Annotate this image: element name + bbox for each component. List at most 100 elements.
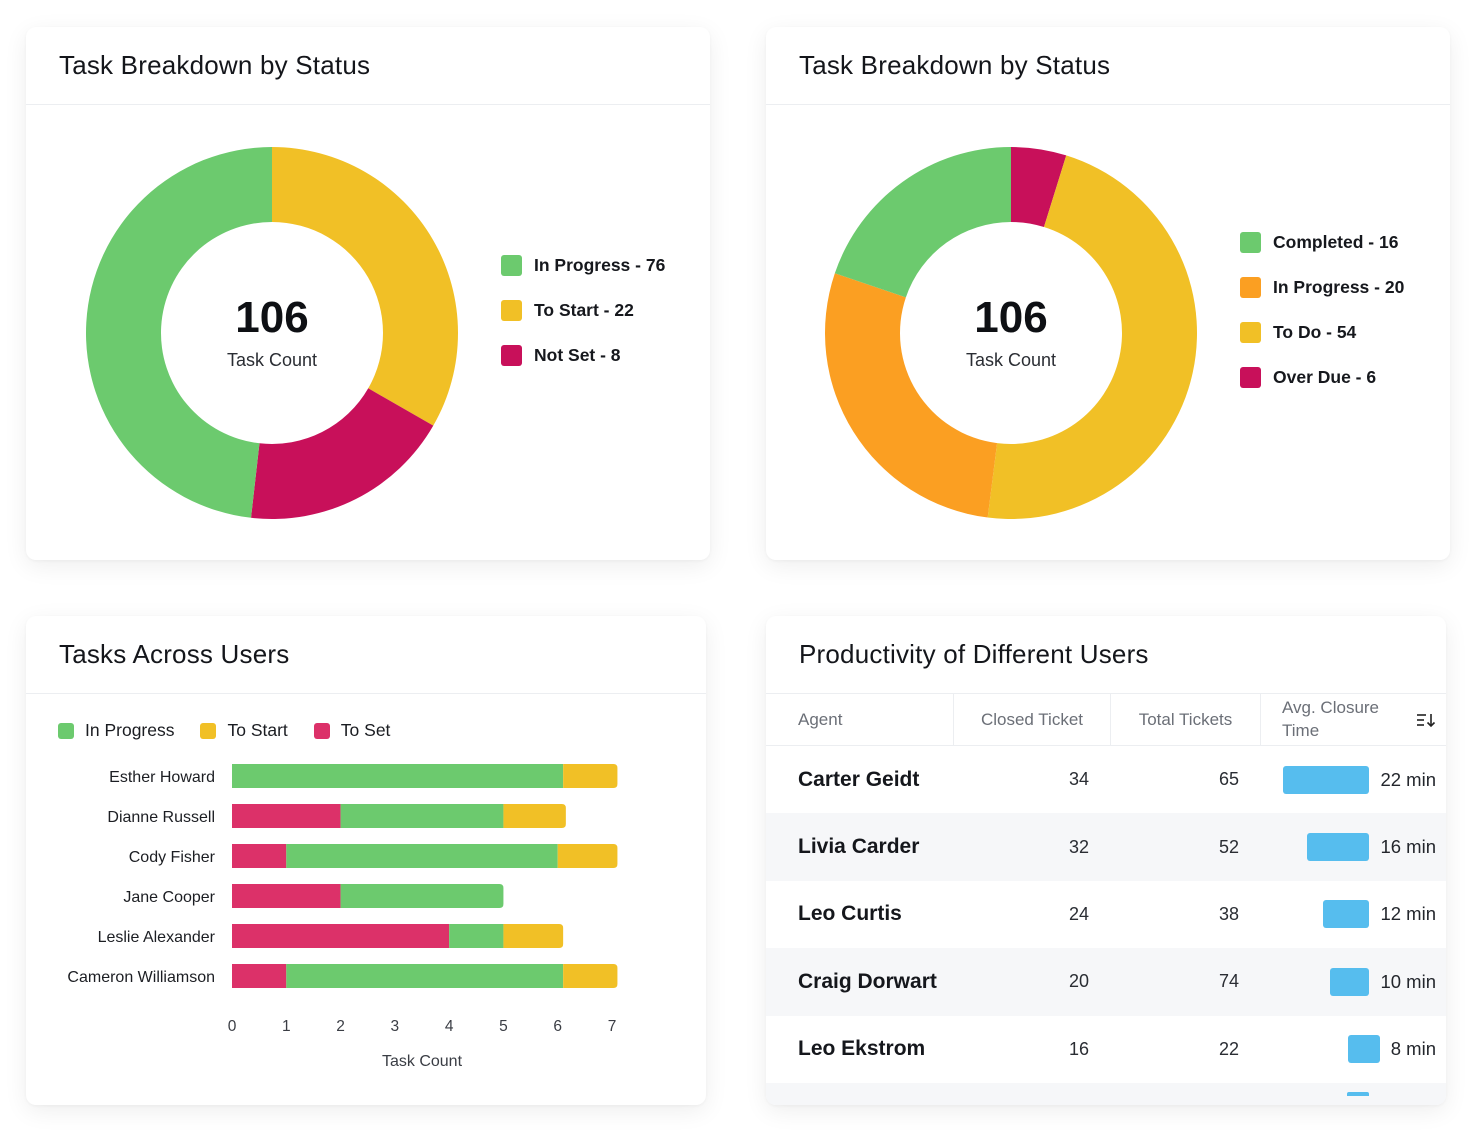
card-title: Task Breakdown by Status — [799, 50, 1111, 80]
total-tickets-value: 52 — [1218, 836, 1239, 857]
y-tick-label: Cameron Williamson — [67, 969, 215, 986]
column-header-total-tickets[interactable]: Total Tickets — [1111, 694, 1261, 745]
donut-chart: 106 Task Count — [85, 146, 459, 520]
legend-swatch — [501, 254, 522, 276]
donut-chart: 106 Task Count — [824, 146, 1198, 520]
avg-closure-bar — [1306, 833, 1370, 862]
x-tick-label: 6 — [553, 1018, 562, 1035]
table-row[interactable]: Livia Carder 32 52 16 min — [766, 813, 1446, 881]
legend-label: Over Due - 6 — [1273, 367, 1377, 388]
legend-item-to-do[interactable]: To Do - 54 — [1240, 322, 1404, 344]
donut-legend: In Progress - 76 To Start - 22 Not Set - 8 — [501, 254, 665, 390]
legend-swatch — [1240, 231, 1261, 253]
avg-closure-bar — [1322, 900, 1370, 929]
avg-closure-cell: 16 min — [1306, 833, 1436, 862]
total-tickets-value: 38 — [1218, 903, 1239, 924]
avg-closure-bar — [1330, 967, 1370, 996]
bar-segment-to-set[interactable] — [232, 924, 450, 948]
card-header: Task Breakdown by Status — [766, 27, 1450, 105]
avg-closure-value: 10 min — [1380, 970, 1436, 992]
donut-total-label: Task Count — [226, 349, 318, 370]
table-body: Carter Geidt 34 65 22 min Livia Carder 32 52 16… — [766, 746, 1446, 1105]
donut-total-label: Task Count — [965, 349, 1057, 370]
card-header: Productivity of Different Users — [766, 616, 1446, 694]
card-header: Task Breakdown by Status — [26, 27, 710, 105]
y-tick-label: Cody Fisher — [129, 849, 216, 866]
bar-segment-to-start[interactable] — [503, 924, 564, 948]
total-tickets-value: 22 — [1218, 1038, 1239, 1059]
avg-closure-cell: 8 min — [1348, 1035, 1436, 1064]
donut-center: 106 Task Count — [824, 146, 1198, 520]
bar-segment-to-start[interactable] — [557, 844, 618, 868]
donut-legend: Completed - 16 In Progress - 20 To Do - 54… — [1240, 231, 1404, 412]
bar-segment-to-set[interactable] — [232, 964, 287, 988]
avg-closure-bar — [1283, 765, 1370, 794]
sort-descending-icon[interactable] — [1416, 712, 1436, 728]
y-tick-label: Esther Howard — [109, 769, 215, 786]
x-tick-label: 3 — [391, 1018, 400, 1035]
productivity-card: Productivity of Different Users Agent Cl… — [766, 616, 1446, 1105]
table-row-partial — [766, 1082, 1446, 1105]
task-breakdown-card-1: Task Breakdown by Status 106 Task Count … — [26, 27, 710, 560]
legend-item-over-due[interactable]: Over Due - 6 — [1240, 367, 1404, 389]
x-tick-label: 5 — [499, 1018, 508, 1035]
bar-segment-in-progress[interactable] — [232, 764, 564, 788]
bar-segment-to-set[interactable] — [232, 884, 341, 908]
donut-total-value: 106 — [974, 292, 1048, 342]
avg-closure-value: 16 min — [1380, 836, 1436, 858]
bar-segment-to-set[interactable] — [232, 844, 287, 868]
bar-segment-to-start[interactable] — [563, 964, 618, 988]
legend-label: In Progress - 20 — [1273, 276, 1405, 297]
table-row[interactable]: Leo Curtis 24 38 12 min — [766, 881, 1446, 948]
avg-closure-cell: 12 min — [1322, 900, 1436, 929]
bar-segment-in-progress[interactable] — [449, 924, 504, 948]
legend-label: To Do - 54 — [1273, 322, 1357, 343]
bar-segment-in-progress[interactable] — [340, 884, 504, 908]
legend-label: Not Set - 8 — [534, 345, 621, 366]
bar-segment-to-set[interactable] — [232, 804, 341, 828]
column-header-avg-closure-time[interactable]: Avg. Closure Time — [1261, 694, 1446, 745]
legend-swatch — [1240, 276, 1261, 298]
table-header: Agent Closed Ticket Total Tickets Avg. C… — [766, 694, 1446, 746]
stacked-bar-chart: Esther Howard Dianne Russell Cody Fisher Ja… — [67, 764, 618, 1070]
column-header-agent[interactable]: Agent — [766, 694, 954, 745]
total-tickets-value: 74 — [1218, 971, 1239, 992]
legend-item-not-set[interactable]: Not Set - 8 — [501, 345, 665, 367]
avg-closure-value: 22 min — [1380, 768, 1436, 790]
bar-segment-to-start[interactable] — [563, 764, 618, 788]
avg-closure-value: 12 min — [1380, 903, 1436, 925]
bar-segment-in-progress[interactable] — [340, 804, 504, 828]
productivity-table: Agent Closed Ticket Total Tickets Avg. C… — [766, 694, 1446, 1105]
table-row[interactable]: Craig Dorwart 20 74 10 min — [766, 948, 1446, 1016]
card-title: Productivity of Different Users — [799, 639, 1149, 669]
donut-total-value: 106 — [235, 292, 309, 342]
bar-segment-in-progress[interactable] — [286, 844, 558, 868]
table-row[interactable]: Carter Geidt 34 65 22 min — [766, 746, 1446, 813]
tasks-across-users-card: Tasks Across Users In Progress To Start To… — [26, 616, 706, 1105]
legend-item-in-progress[interactable]: In Progress - 20 — [1240, 276, 1404, 298]
bar-segment-to-start[interactable] — [503, 804, 566, 828]
x-tick-label: 4 — [445, 1018, 454, 1035]
bar-segment-in-progress[interactable] — [286, 964, 564, 988]
column-header-label: Avg. Closure Time — [1282, 697, 1380, 740]
x-tick-label: 7 — [608, 1018, 617, 1035]
avg-closure-value: 8 min — [1390, 1038, 1436, 1060]
task-breakdown-card-2: Task Breakdown by Status 106 Task Count … — [766, 27, 1450, 560]
legend-label: Completed - 16 — [1273, 231, 1399, 252]
legend-label: In Progress - 76 — [534, 254, 666, 275]
legend-item-to-start[interactable]: To Start - 22 — [501, 299, 665, 321]
avg-closure-cell: 10 min — [1330, 967, 1436, 996]
legend-swatch — [501, 299, 522, 321]
legend-item-completed[interactable]: Completed - 16 — [1240, 231, 1404, 253]
column-header-closed-ticket[interactable]: Closed Ticket — [954, 694, 1111, 745]
y-tick-label: Dianne Russell — [107, 809, 215, 826]
y-tick-label: Jane Cooper — [123, 889, 215, 906]
legend-label: To Start - 22 — [534, 299, 634, 320]
legend-swatch — [1240, 322, 1261, 344]
donut-center: 106 Task Count — [85, 146, 459, 520]
avg-closure-cell: 22 min — [1283, 765, 1436, 794]
x-axis-label: Task Count — [382, 1053, 463, 1070]
y-tick-label: Leslie Alexander — [98, 929, 216, 946]
legend-item-in-progress[interactable]: In Progress - 76 — [501, 254, 665, 276]
table-row[interactable]: Leo Ekstrom 16 22 8 min — [766, 1016, 1446, 1083]
